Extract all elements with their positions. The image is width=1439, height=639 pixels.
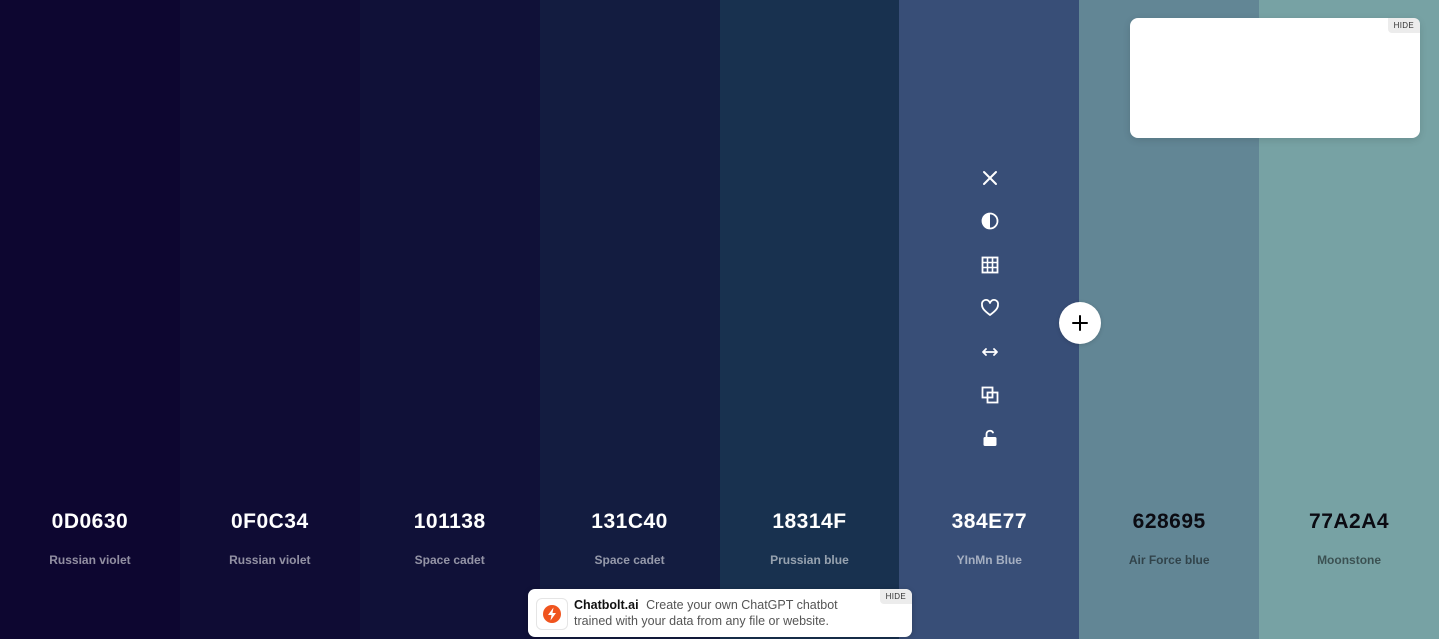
- color-swatch-5[interactable]: 18314F Prussian blue: [719, 0, 900, 639]
- close-icon: [983, 171, 997, 185]
- chatbolt-logo-icon: [543, 605, 561, 623]
- copy-icon: [981, 386, 999, 404]
- hide-ad-button[interactable]: HIDE: [879, 589, 912, 604]
- color-swatch-4[interactable]: 131C40 Space cadet: [539, 0, 720, 639]
- heart-icon: [981, 299, 999, 317]
- color-swatch-2[interactable]: 0F0C34 Russian violet: [179, 0, 360, 639]
- ad-text: Chatbolt.ai Create your own ChatGPT chat…: [574, 597, 874, 629]
- contrast-icon: [981, 212, 999, 230]
- copy-hex-button[interactable]: [972, 377, 1008, 413]
- save-color-button[interactable]: [972, 290, 1008, 326]
- lock-color-button[interactable]: [972, 420, 1008, 456]
- color-name: Russian violet: [49, 553, 131, 567]
- unlock-icon: [983, 430, 997, 447]
- hex-code[interactable]: 0F0C34: [180, 510, 360, 534]
- hex-code[interactable]: 0D0630: [0, 510, 180, 534]
- drag-arrows-icon: [982, 347, 998, 356]
- drag-button[interactable]: [972, 334, 1008, 370]
- color-name: YInMn Blue: [956, 553, 1022, 567]
- color-name: Space cadet: [414, 553, 485, 567]
- view-shades-button[interactable]: [972, 247, 1008, 283]
- hex-code[interactable]: 77A2A4: [1259, 510, 1439, 534]
- color-name: Air Force blue: [1128, 553, 1210, 567]
- plus-icon: [1072, 315, 1088, 331]
- add-color-button[interactable]: [1059, 302, 1101, 344]
- hex-code[interactable]: 18314F: [720, 510, 900, 534]
- hex-code[interactable]: 628695: [1079, 510, 1259, 534]
- ad-brand: Chatbolt.ai: [574, 598, 639, 612]
- shades-button[interactable]: [972, 203, 1008, 239]
- remove-color-button[interactable]: [972, 160, 1008, 196]
- grid-icon: [981, 256, 999, 274]
- color-name: Space cadet: [594, 553, 665, 567]
- swatch-toolbar: [969, 160, 1011, 464]
- hex-code[interactable]: 101138: [360, 510, 540, 534]
- ad-banner-top: HIDE: [1130, 18, 1420, 138]
- color-swatch-3[interactable]: 101138 Space cadet: [359, 0, 540, 639]
- hex-code[interactable]: 131C40: [540, 510, 720, 534]
- color-name: Moonstone: [1317, 553, 1382, 567]
- chatbolt-logo: [536, 598, 568, 630]
- color-name: Russian violet: [229, 553, 311, 567]
- hex-code[interactable]: 384E77: [899, 510, 1079, 534]
- color-name: Prussian blue: [770, 553, 849, 567]
- color-swatch-1[interactable]: 0D0630 Russian violet: [0, 0, 180, 639]
- hide-ad-button[interactable]: HIDE: [1387, 18, 1420, 33]
- ad-banner-bottom[interactable]: Chatbolt.ai Create your own ChatGPT chat…: [528, 589, 912, 637]
